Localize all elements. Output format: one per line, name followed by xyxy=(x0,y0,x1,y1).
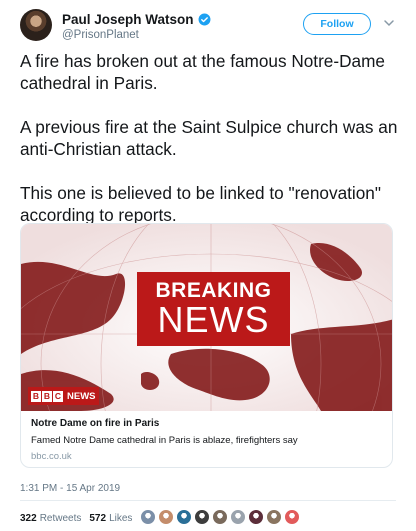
bbc-news-logo: B B C NEWS xyxy=(28,387,99,405)
news-label: NEWS xyxy=(157,299,270,340)
retweets-count[interactable]: 322 xyxy=(20,513,37,524)
bbc-news-text: NEWS xyxy=(67,390,96,402)
card-description: Famed Notre Dame cathedral in Paris is a… xyxy=(31,435,298,446)
liker-avatar[interactable] xyxy=(158,509,174,525)
display-name[interactable]: Paul Joseph Watson xyxy=(62,12,194,27)
tweet-timestamp[interactable]: 1:31 PM - 15 Apr 2019 xyxy=(20,483,120,494)
liker-avatars xyxy=(140,509,300,525)
likes-count[interactable]: 572 xyxy=(89,513,106,524)
card-domain: bbc.co.uk xyxy=(31,451,72,462)
bbc-letter: B xyxy=(42,390,52,402)
user-handle[interactable]: @PrisonPlanet xyxy=(62,29,139,41)
liker-avatar[interactable] xyxy=(284,509,300,525)
link-card[interactable]: BREAKING NEWS B B C NEWS Notre Dame on f… xyxy=(20,223,393,468)
tweet-paragraph: A fire has broken out at the famous Notr… xyxy=(20,51,385,93)
name-row: Paul Joseph Watson xyxy=(62,12,211,27)
tweet-header: Paul Joseph Watson @PrisonPlanet Follow xyxy=(0,0,416,50)
breaking-news-box: BREAKING NEWS xyxy=(137,272,290,346)
liker-avatar[interactable] xyxy=(230,509,246,525)
chevron-down-icon[interactable] xyxy=(383,17,395,29)
liker-avatar[interactable] xyxy=(248,509,264,525)
card-title[interactable]: Notre Dame on fire in Paris xyxy=(31,418,382,429)
bbc-letter: B xyxy=(31,390,41,402)
retweets-label[interactable]: Retweets xyxy=(40,513,82,524)
card-image[interactable]: BREAKING NEWS B B C NEWS xyxy=(21,224,392,411)
tweet-paragraph: A previous fire at the Saint Sulpice chu… xyxy=(20,117,398,159)
verified-badge-icon xyxy=(198,13,210,26)
tweet-stats: 322 Retweets 572 Likes xyxy=(20,510,132,526)
bbc-blocks: B B C xyxy=(31,390,63,402)
tweet-text: A fire has broken out at the famous Notr… xyxy=(20,50,400,248)
divider xyxy=(20,500,396,501)
liker-avatar[interactable] xyxy=(266,509,282,525)
liker-avatar[interactable] xyxy=(140,509,156,525)
liker-avatar[interactable] xyxy=(194,509,210,525)
tweet-paragraph: This one is believed to be linked to "re… xyxy=(20,183,381,225)
liker-avatar[interactable] xyxy=(176,509,192,525)
follow-button[interactable]: Follow xyxy=(303,13,371,35)
card-body[interactable]: Notre Dame on fire in Paris Famed Notre … xyxy=(21,411,392,467)
liker-avatar[interactable] xyxy=(212,509,228,525)
likes-label[interactable]: Likes xyxy=(109,513,132,524)
avatar[interactable] xyxy=(20,9,52,41)
bbc-letter: C xyxy=(53,390,63,402)
